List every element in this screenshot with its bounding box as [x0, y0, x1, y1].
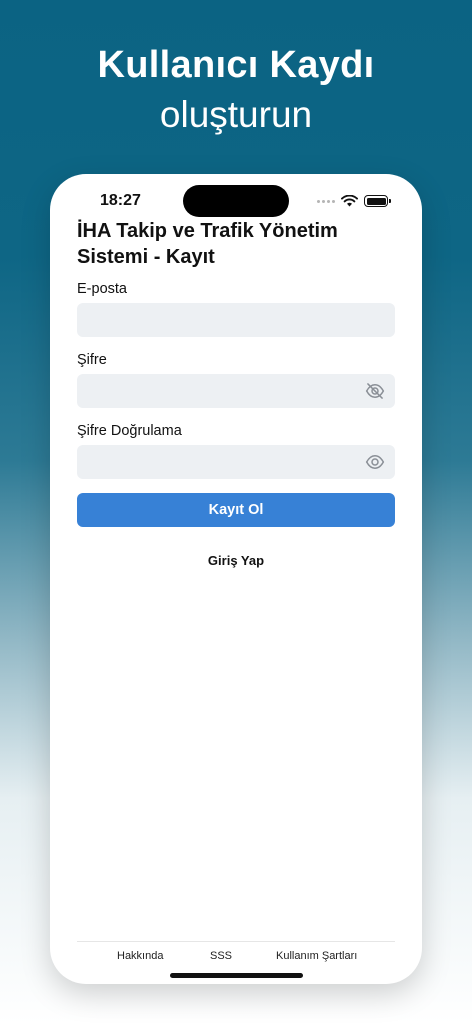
page-title: İHA Takip ve Trafik Yönetim Sistemi - Ka…: [77, 220, 338, 268]
footer-terms-link[interactable]: Kullanım Şartları: [276, 950, 357, 962]
headline-line-2: oluşturun: [159, 94, 313, 135]
confirm-password-field-container: [77, 445, 395, 479]
dynamic-island: [183, 185, 289, 217]
status-icons: [317, 194, 391, 208]
battery-icon: [364, 195, 391, 207]
password-field[interactable]: [77, 374, 395, 408]
signal-dots-icon: [317, 199, 335, 203]
phone-frame: 18:27 İHA Takip ve Trafik Yönetim Sistem…: [50, 174, 422, 984]
password-field-container: [77, 374, 395, 408]
email-label: E-posta: [77, 281, 127, 297]
register-button[interactable]: Kayıt Ol: [77, 493, 395, 527]
headline-line-1: Kullanıcı Kaydı: [97, 44, 375, 86]
password-label: Şifre: [77, 352, 107, 368]
promo-headline: Kullanıcı Kaydı oluşturun: [0, 42, 472, 138]
home-indicator: [170, 973, 303, 978]
status-time: 18:27: [100, 192, 141, 209]
confirm-password-field[interactable]: [77, 445, 395, 479]
login-link[interactable]: Giriş Yap: [50, 553, 422, 568]
eye-icon[interactable]: [365, 453, 385, 471]
email-field-container: [77, 303, 395, 337]
confirm-password-label: Şifre Doğrulama: [77, 423, 182, 439]
email-field[interactable]: [77, 303, 395, 337]
footer-divider: [77, 941, 395, 942]
eye-slash-icon[interactable]: [365, 382, 385, 400]
footer-faq-link[interactable]: SSS: [210, 950, 232, 962]
footer-about-link[interactable]: Hakkında: [117, 950, 163, 962]
wifi-icon: [341, 195, 358, 207]
